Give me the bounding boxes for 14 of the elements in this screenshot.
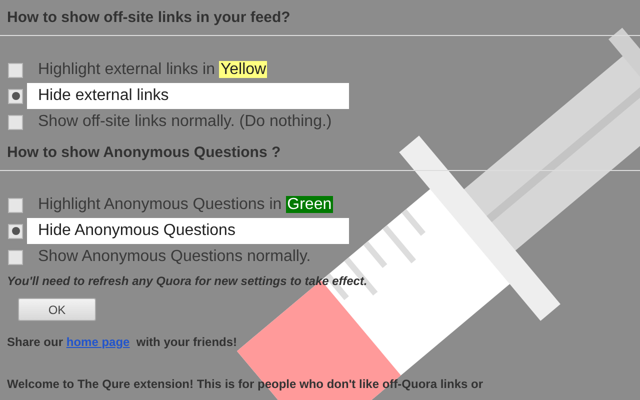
section-heading: How to show Anonymous Questions ? xyxy=(6,143,282,162)
option-label[interactable]: Hide Anonymous Questions xyxy=(27,218,349,244)
option-checkbox[interactable] xyxy=(8,114,23,130)
option-checkbox[interactable] xyxy=(8,250,23,264)
share-text: Share our home page with your friends! xyxy=(7,335,238,349)
option-label[interactable]: Highlight Anonymous Questions in Green xyxy=(27,192,349,218)
option-label[interactable]: Hide external links xyxy=(27,83,349,109)
option-checkbox[interactable] xyxy=(8,88,23,104)
section-heading: How to show off-site links in your feed? xyxy=(6,8,292,27)
option-checkbox[interactable] xyxy=(8,62,23,78)
option-checkbox[interactable] xyxy=(8,198,23,212)
option-label[interactable]: Highlight external links in Yellow xyxy=(27,57,349,83)
option-checkbox[interactable] xyxy=(8,224,23,238)
ok-button[interactable]: OK xyxy=(18,298,96,321)
